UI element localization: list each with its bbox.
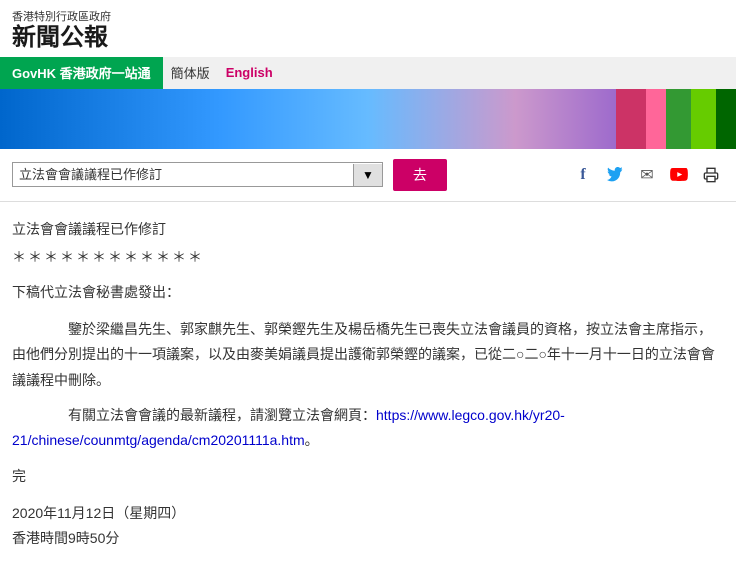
go-button[interactable]: 去 [393,159,447,191]
category-dropdown[interactable]: 立法會會議議程已作修訂 [13,163,353,186]
dropdown-wrapper[interactable]: 立法會會議議程已作修訂 ▼ [12,162,383,187]
banner-block-2 [646,89,666,149]
youtube-icon[interactable] [666,162,692,188]
toolbar: 立法會會議議程已作修訂 ▼ 去 f ✉ [0,149,736,202]
content-body-1: 鑒於梁繼昌先生、郭家麒先生、郭榮鏗先生及楊岳橋先生已喪失立法會議員的資格，按立法… [12,317,724,393]
content-stars: ＊＊＊＊＊＊＊＊＊＊＊＊ [12,246,724,270]
content-area: 立法會會議議程已作修訂 ＊＊＊＊＊＊＊＊＊＊＊＊ 下稿代立法會秘書處發出： 鑒於… [0,202,736,567]
content-end: 完 [12,465,724,489]
header-title: 新聞公報 [12,24,724,53]
banner-block-5 [716,89,736,149]
govhk-link[interactable]: GovHK 香港政府一站通 [0,57,163,89]
content-body-2-prefix: 有關立法會會議的最新議程，請瀏覽立法會網頁： [40,407,376,423]
content-body-2-suffix: 。 [305,432,319,448]
page-header: 香港特別行政區政府 新聞公報 [0,0,736,57]
banner-block-4 [691,89,716,149]
banner-overlay [616,89,736,149]
header-subtitle: 香港特別行政區政府 [12,8,724,24]
social-icons: f ✉ [570,162,724,188]
simplified-link[interactable]: 簡体版 [171,63,210,82]
facebook-icon[interactable]: f [570,162,596,188]
content-body-2: 有關立法會會議的最新議程，請瀏覽立法會網頁：https://www.legco.… [12,403,724,453]
content-title: 立法會會議議程已作修訂 [12,218,724,242]
dropdown-arrow-icon[interactable]: ▼ [353,164,382,186]
govhk-label: GovHK 香港政府一站通 [12,63,151,82]
banner-image [0,89,736,149]
email-icon[interactable]: ✉ [634,162,660,188]
content-date-line2: 香港時間9時50分 [12,526,724,551]
banner-block-1 [616,89,646,149]
content-date-line1: 2020年11月12日（星期四） [12,501,724,526]
english-link[interactable]: English [226,65,273,80]
nav-bar: GovHK 香港政府一站通 簡体版 English [0,57,736,89]
content-issued: 下稿代立法會秘書處發出： [12,281,724,305]
nav-links: 簡体版 English [163,57,736,89]
print-icon[interactable] [698,162,724,188]
twitter-icon[interactable] [602,162,628,188]
banner-block-3 [666,89,691,149]
content-date: 2020年11月12日（星期四） 香港時間9時50分 [12,501,724,551]
